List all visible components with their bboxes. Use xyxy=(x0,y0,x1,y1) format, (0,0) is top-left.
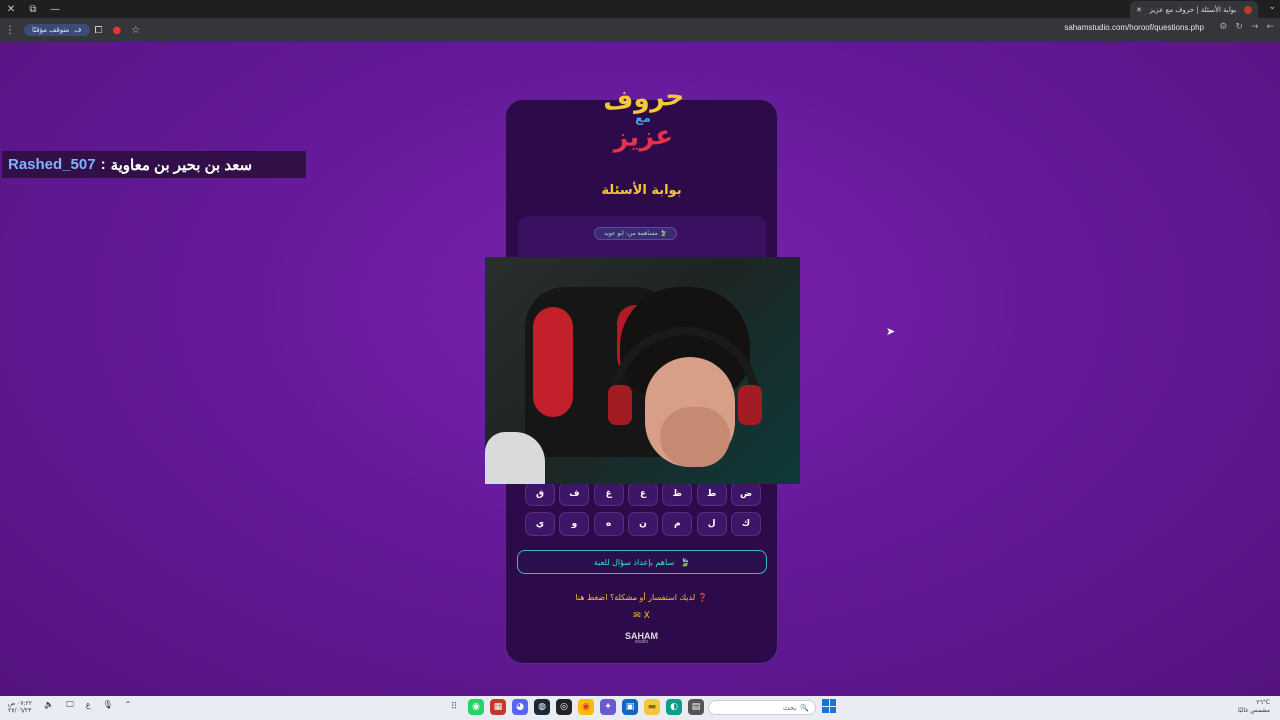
address-bar[interactable]: sahamstudio.com/horoof/questions.php xyxy=(1064,23,1204,32)
windows-taskbar: ٠٧:٢٢ ص ٢٧/٠٦/٢٣ 🔈 🖵 ع 🎙 ⌃ ⠿ ◉ ▦ ◕ ◍ ◎ ◉… xyxy=(0,696,1280,720)
help-link-text: لديك استفسار أو مشكلة؟ اضغط هنا xyxy=(575,593,696,602)
browser-toolbar: ⋮ متوقف مؤقتًا ف ⧠ ● ☆ sahamstudio.com/h… xyxy=(0,18,1280,42)
media-app-icon[interactable]: ▦ xyxy=(490,699,506,715)
calendar-icon[interactable]: ▣ xyxy=(622,699,638,715)
contribute-button-label: ساهم بإعداد سؤال للعبة xyxy=(593,557,675,567)
stream-question-overlay: Rashed_507 : سعد بن بحير بن معاوية xyxy=(2,151,306,178)
language-indicator[interactable]: ع xyxy=(86,700,91,714)
help-link[interactable]: ❓ لديك استفسار أو مشكلة؟ اضغط هنا xyxy=(506,593,777,602)
mouse-cursor-icon: ➤ xyxy=(886,325,896,338)
chrome-icon[interactable]: ◉ xyxy=(578,699,594,715)
edge-icon[interactable]: ◐ xyxy=(666,699,682,715)
notepad-icon[interactable]: ▤ xyxy=(688,699,704,715)
leaf-icon: 🍃 xyxy=(680,557,691,567)
network-icon[interactable]: 🖵 xyxy=(66,700,74,714)
letter-key[interactable]: ل xyxy=(696,512,727,536)
menu-dots-icon[interactable]: ⋮ xyxy=(5,25,15,36)
letter-key[interactable]: و xyxy=(559,512,590,536)
streamer xyxy=(608,287,762,484)
profile-label: متوقف مؤقتًا xyxy=(32,26,70,34)
brand-logo: SAHAM studio xyxy=(506,631,777,645)
webcam-overlay xyxy=(485,257,800,484)
letter-keyboard: ضطظعغفق كلمنهوي xyxy=(525,482,761,542)
extensions-icon[interactable]: ⧠ xyxy=(95,25,103,36)
letter-key[interactable]: ع xyxy=(628,482,659,506)
close-window-icon[interactable]: ✕ xyxy=(0,4,22,15)
letter-key[interactable]: ف xyxy=(559,482,590,506)
obs-icon[interactable]: ◎ xyxy=(556,699,572,715)
apps-grid-icon[interactable]: ⠿ xyxy=(446,699,462,715)
mic-icon[interactable]: 🎙 xyxy=(103,700,113,714)
logo-line1: حروف xyxy=(602,81,686,117)
tab-favicon-icon xyxy=(1244,5,1252,14)
forward-icon[interactable]: → xyxy=(1251,22,1259,32)
letter-key[interactable]: ن xyxy=(628,512,659,536)
weather-desc: مشمس غالبًا xyxy=(1237,707,1270,714)
brand-sub: studio xyxy=(634,639,649,645)
reload-icon[interactable]: ↻ xyxy=(1235,22,1243,32)
overlay-separator: : xyxy=(100,156,106,173)
keyboard-row-2: كلمنهوي xyxy=(525,512,761,536)
overlay-username: Rashed_507 xyxy=(8,156,96,173)
profile-button[interactable]: متوقف مؤقتًا ف xyxy=(24,24,90,36)
letter-key[interactable]: ي xyxy=(525,512,556,536)
folder-icon[interactable]: ▬ xyxy=(644,699,660,715)
start-button-icon[interactable] xyxy=(822,699,836,713)
tab-search-icon[interactable]: ⌄ xyxy=(1268,2,1276,12)
search-icon: 🔍 xyxy=(800,703,809,712)
tray-expand-icon[interactable]: ⌃ xyxy=(125,700,132,714)
discord-icon[interactable]: ◕ xyxy=(512,699,528,715)
logo: حروف مع عزيز xyxy=(602,81,686,166)
letter-key[interactable]: ض xyxy=(731,482,761,506)
social-links[interactable]: ✉ X xyxy=(506,611,777,621)
contribute-question-button[interactable]: 🍃 ساهم بإعداد سؤال للعبة xyxy=(517,550,767,574)
tab-title: بوابة الأسئلة | حروف مع عزيز xyxy=(1149,5,1237,14)
clock-date: ٢٧/٠٦/٢٣ xyxy=(8,707,32,714)
letter-key[interactable]: م xyxy=(662,512,693,536)
leaf-icon: 🍃 xyxy=(659,230,668,237)
logo-line3: عزيز xyxy=(612,120,674,154)
letter-key[interactable]: ق xyxy=(525,482,556,506)
app-icon[interactable]: ✦ xyxy=(600,699,616,715)
microphone xyxy=(485,432,545,484)
nav-buttons: ⚙ ↻ → ← xyxy=(1219,22,1274,32)
extension-record-icon[interactable]: ● xyxy=(113,25,122,36)
back-icon[interactable]: ← xyxy=(1266,22,1274,32)
browser-tabbar: ✕ ⧉ — + ✕ بوابة الأسئلة | حروف مع عزيز ⌄ xyxy=(0,0,1280,18)
steam-icon[interactable]: ◍ xyxy=(534,699,550,715)
profile-initial: ف xyxy=(74,26,82,34)
site-settings-icon[interactable]: ⚙ xyxy=(1219,22,1227,32)
letter-key[interactable]: ط xyxy=(696,482,727,506)
bookmark-star-icon[interactable]: ☆ xyxy=(131,25,140,36)
clock-time: ٠٧:٢٢ ص xyxy=(8,700,33,707)
taskbar-apps: ⠿ ◉ ▦ ◕ ◍ ◎ ◉ ✦ ▣ ▬ ◐ ▤ xyxy=(446,699,704,715)
search-placeholder: بحث xyxy=(782,703,797,712)
overlay-question: سعد بن بحير بن معاوية xyxy=(110,156,253,174)
letter-key[interactable]: ك xyxy=(731,512,761,536)
page-title: بوابة الأسئلة xyxy=(601,183,682,198)
restore-window-icon[interactable]: ⧉ xyxy=(22,4,44,15)
weather-widget[interactable]: ٢٦°C مشمس غالبًا xyxy=(1238,699,1270,715)
taskbar-search[interactable]: بحث 🔍 xyxy=(708,700,816,715)
weather-temp: ٢٦°C xyxy=(1256,699,1270,706)
question-mark-icon: ❓ xyxy=(697,593,708,602)
letter-key[interactable]: غ xyxy=(593,482,624,506)
clock[interactable]: ٠٧:٢٢ ص ٢٧/٠٦/٢٣ xyxy=(8,700,32,714)
contributor-text: مساهمة من: ابو عويد xyxy=(604,230,658,237)
keyboard-row-1: ضطظعغفق xyxy=(525,482,761,506)
tab-close-icon[interactable]: ✕ xyxy=(1136,6,1142,14)
letter-key[interactable]: ظ xyxy=(662,482,693,506)
letter-key[interactable]: ه xyxy=(593,512,624,536)
contributor-badge: 🍃 مساهمة من: ابو عويد xyxy=(594,227,678,240)
browser-tab[interactable]: ✕ بوابة الأسئلة | حروف مع عزيز xyxy=(1130,1,1258,18)
whatsapp-icon[interactable]: ◉ xyxy=(468,699,484,715)
volume-icon[interactable]: 🔈 xyxy=(44,700,54,714)
minimize-window-icon[interactable]: — xyxy=(44,4,66,15)
system-tray: ٠٧:٢٢ ص ٢٧/٠٦/٢٣ 🔈 🖵 ع 🎙 ⌃ xyxy=(8,700,131,714)
